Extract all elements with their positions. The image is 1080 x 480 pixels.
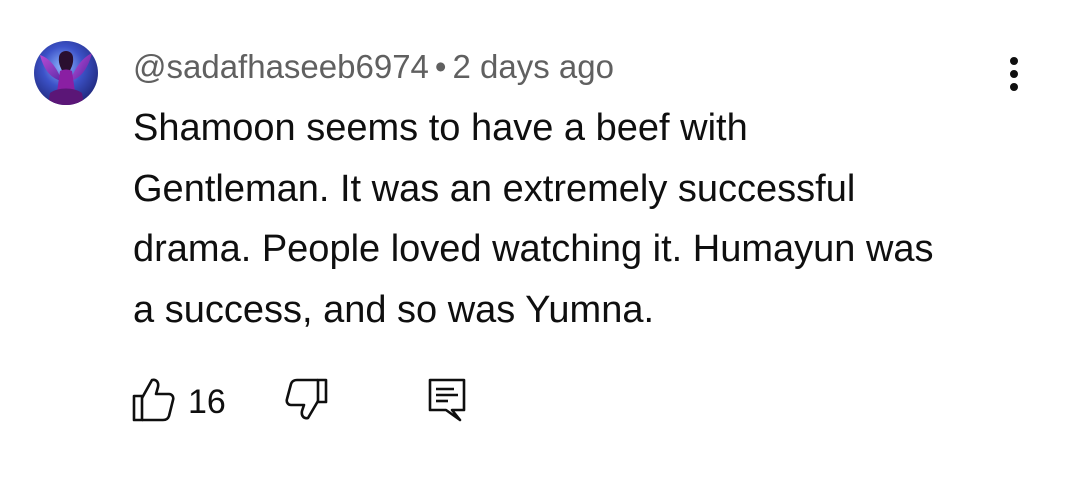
comment-thread: @sadafhaseeb6974 • 2 days ago Shamoon seem… — [0, 0, 1080, 480]
like-button[interactable] — [130, 374, 176, 424]
dislike-button[interactable] — [284, 374, 330, 424]
author-handle[interactable]: @sadafhaseeb6974 — [133, 48, 429, 85]
avatar[interactable] — [34, 41, 98, 105]
like-count: 16 — [188, 383, 226, 421]
avatar-image — [34, 41, 98, 105]
more-vert-icon — [1010, 57, 1018, 91]
meta-separator: • — [434, 48, 447, 85]
thumb-up-icon — [132, 378, 175, 422]
comment-actions: 16 — [0, 370, 1080, 430]
comment-timestamp[interactable]: 2 days ago — [452, 48, 613, 85]
comment-text: Shamoon seems to have a beef with Gentle… — [133, 107, 934, 331]
reply-button[interactable] — [424, 374, 470, 424]
thumb-down-icon — [285, 378, 328, 420]
more-options-button[interactable] — [996, 52, 1032, 96]
comment-meta: @sadafhaseeb6974 • 2 days ago — [133, 47, 614, 87]
reply-comment-icon — [428, 378, 466, 422]
